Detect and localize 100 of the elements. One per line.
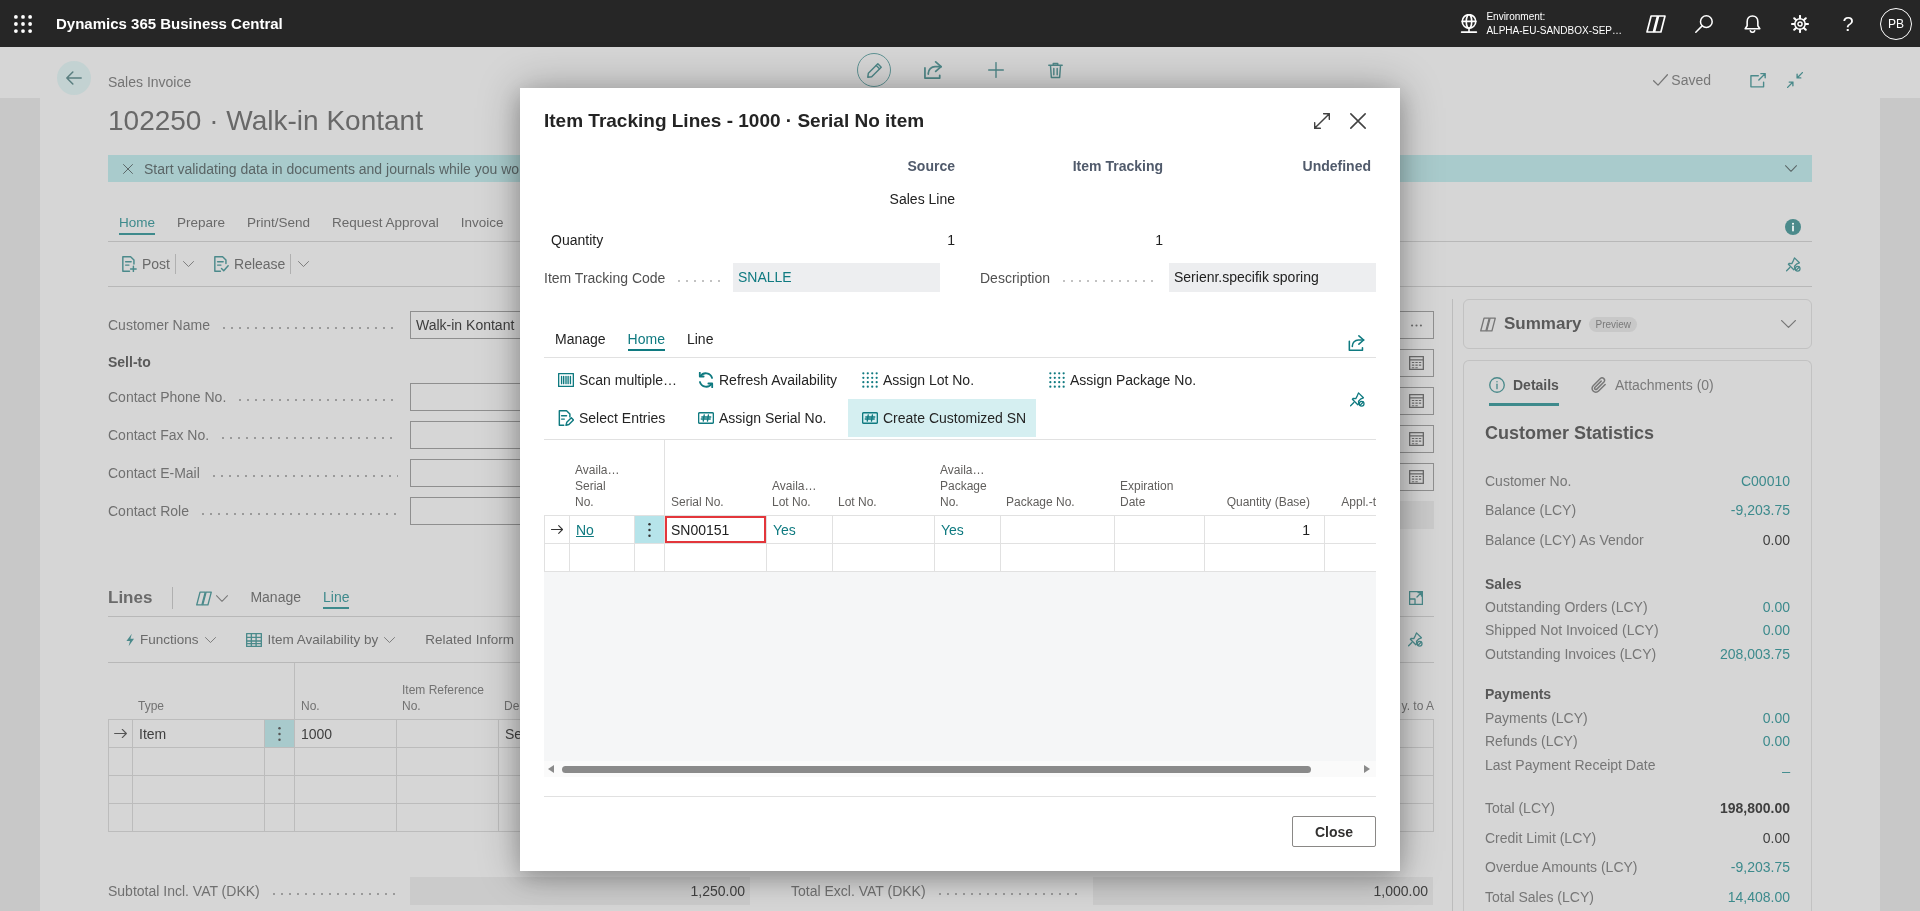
tab[interactable]: Request Approval	[332, 213, 439, 235]
tab[interactable]: Line	[323, 587, 350, 609]
environment-name[interactable]: ALPHA-EU-SANDBOX-SEP…	[1486, 23, 1622, 38]
saved-status: Saved	[1671, 71, 1711, 90]
calendar-icon[interactable]	[1409, 356, 1424, 370]
date-field[interactable]	[1400, 463, 1434, 491]
pencil-icon	[866, 62, 882, 78]
stat-value[interactable]: 14,408.00	[1727, 886, 1790, 907]
column-header: Type	[138, 698, 164, 714]
stat-label: Credit Limit (LCY)	[1485, 828, 1597, 848]
bell-icon[interactable]	[1743, 14, 1761, 33]
search-icon[interactable]	[1695, 14, 1713, 33]
chevron-down-icon[interactable]	[1785, 165, 1797, 172]
scroll-right-icon[interactable]	[1364, 765, 1370, 773]
stat-value[interactable]: 0.00	[1762, 708, 1790, 729]
date-field[interactable]	[1400, 425, 1434, 453]
field-label: Contact Role	[108, 502, 189, 521]
arrow-right-icon	[114, 729, 127, 738]
more-vertical-icon[interactable]	[648, 522, 651, 537]
info-icon[interactable]	[1785, 219, 1801, 235]
date-field[interactable]	[1400, 349, 1434, 377]
tab[interactable]: Details	[1489, 361, 1559, 406]
stat-value[interactable]: 0.00	[1762, 597, 1790, 618]
close-icon[interactable]	[1350, 113, 1366, 129]
chevron-down-icon[interactable]	[1781, 320, 1796, 328]
action-button[interactable]: Select Entries	[544, 399, 672, 437]
preview-badge: Preview	[1589, 316, 1638, 332]
collapse-icon[interactable]	[1787, 72, 1803, 88]
action-button[interactable]: Scan multiple…	[544, 361, 684, 399]
caret-icon[interactable]	[204, 636, 216, 643]
date-field[interactable]	[1400, 387, 1434, 415]
stat-label: Payments (LCY)	[1485, 709, 1588, 729]
action-button[interactable]: Item Availability by	[245, 629, 379, 650]
waffle-menu-icon[interactable]	[14, 14, 32, 33]
tab[interactable]: Print/Send	[247, 213, 311, 235]
tab[interactable]: Prepare	[177, 213, 226, 235]
share-icon[interactable]	[924, 61, 942, 79]
plus-icon[interactable]	[988, 62, 1004, 78]
stat-value[interactable]: -9,203.75	[1730, 500, 1790, 521]
caret-icon[interactable]	[183, 261, 194, 267]
expand-icon[interactable]	[1314, 113, 1330, 129]
action-button[interactable]: Create Customized SN	[848, 399, 1037, 437]
action-button[interactable]: Functions	[126, 629, 199, 650]
input-field[interactable]: Serienr.specifik sporing	[1169, 263, 1376, 292]
hash-box-icon	[698, 410, 714, 426]
stat-value[interactable]: _	[1782, 754, 1790, 775]
field-value: 1	[947, 232, 955, 248]
caret-icon[interactable]	[298, 261, 310, 267]
field-value: 1	[1155, 232, 1163, 248]
horizontal-scrollbar[interactable]	[544, 761, 1376, 777]
action-button[interactable]: Refresh Availability	[684, 361, 844, 399]
share-icon[interactable]	[1348, 335, 1365, 351]
action-button[interactable]: Related Inform	[425, 629, 514, 650]
help-button[interactable]: ?	[1842, 11, 1854, 36]
open-in-window-icon[interactable]	[1750, 72, 1766, 88]
stat-value[interactable]: C00010	[1740, 470, 1790, 491]
stat-value[interactable]: 208,003.75	[1719, 643, 1790, 664]
link[interactable]: Yes	[941, 519, 964, 540]
field-label: Contact Phone No.	[108, 388, 227, 407]
calendar-icon[interactable]	[1409, 470, 1424, 484]
action-button[interactable]: Assign Package No.	[1035, 361, 1203, 399]
scroll-left-icon[interactable]	[548, 765, 554, 773]
read-only-field	[1400, 501, 1434, 529]
settings-icon[interactable]	[1791, 14, 1809, 33]
action-button[interactable]: Release	[214, 254, 286, 274]
input-field[interactable]: SNALLE	[733, 263, 940, 292]
stat-value[interactable]: 0.00	[1762, 731, 1790, 752]
tab[interactable]: Manage	[250, 587, 301, 609]
stat-value[interactable]: 0.00	[1762, 620, 1790, 641]
action-button[interactable]: Assign Serial No.	[684, 399, 833, 437]
tab[interactable]: Line	[686, 329, 714, 351]
more-icon[interactable]	[1410, 323, 1423, 327]
trash-icon[interactable]	[1048, 61, 1063, 79]
close-button[interactable]: Close	[1292, 816, 1376, 847]
caret-icon[interactable]	[384, 636, 396, 643]
pin-icon[interactable]	[1786, 256, 1801, 272]
tab[interactable]: Home	[627, 329, 665, 351]
action-button[interactable]: Assign Lot No.	[848, 361, 981, 399]
pin-icon[interactable]	[1408, 632, 1423, 647]
tab[interactable]: Home	[119, 213, 155, 235]
more-vertical-icon[interactable]	[278, 726, 281, 741]
stat-value: 0.00	[1762, 828, 1790, 848]
back-button[interactable]	[57, 61, 91, 95]
scroll-thumb[interactable]	[562, 765, 1311, 773]
caret-icon[interactable]	[216, 594, 229, 602]
globe-icon[interactable]	[1460, 14, 1479, 33]
calendar-icon[interactable]	[1409, 432, 1424, 446]
tab[interactable]: Manage	[555, 329, 606, 351]
action-button[interactable]: Post	[122, 254, 170, 274]
breadcrumb: Sales Invoice	[108, 73, 192, 92]
overlap-shapes-icon[interactable]	[1646, 14, 1666, 33]
section-title: Lines	[108, 588, 153, 608]
tab[interactable]: Invoice	[460, 213, 504, 235]
link[interactable]: No	[576, 519, 594, 540]
calendar-icon[interactable]	[1409, 394, 1424, 408]
link[interactable]: Yes	[773, 519, 796, 540]
tab[interactable]: Attachments (0)	[1590, 361, 1714, 406]
expand-box-icon[interactable]	[1409, 591, 1423, 605]
pin-icon[interactable]	[1350, 391, 1365, 407]
stat-value[interactable]: -9,203.75	[1730, 857, 1790, 878]
